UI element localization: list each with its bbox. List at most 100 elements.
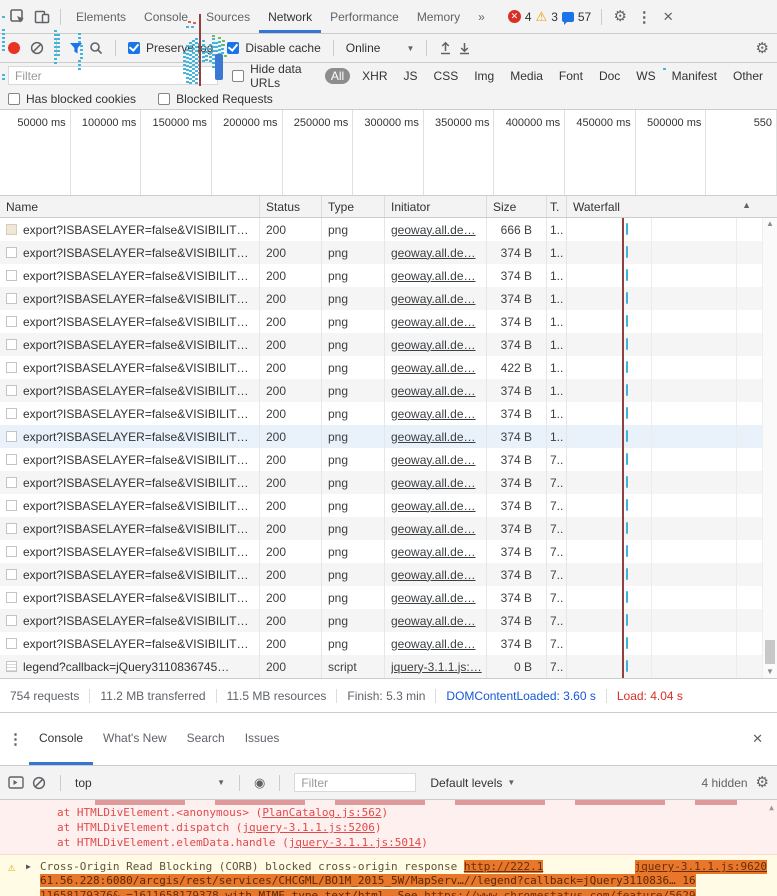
device-toolbar-icon[interactable] xyxy=(30,0,54,33)
initiator-link[interactable]: geoway.all.de… xyxy=(391,430,476,444)
export-har-icon[interactable] xyxy=(458,41,471,55)
initiator-link[interactable]: geoway.all.de… xyxy=(391,591,476,605)
panel-tab[interactable]: Memory xyxy=(408,0,469,33)
request-row[interactable]: export?ISBASELAYER=false&VISIBILIT… 200 … xyxy=(0,402,777,425)
blocked-url-link[interactable]: 11658179376&_=1611658179378 xyxy=(40,889,219,896)
source-link[interactable]: jquery-3.1.1.js:9620 xyxy=(635,860,767,874)
filter-pill[interactable]: Media xyxy=(504,68,549,84)
request-row[interactable]: export?ISBASELAYER=false&VISIBILIT… 200 … xyxy=(0,310,777,333)
filter-pill[interactable]: CSS xyxy=(428,68,465,84)
initiator-link[interactable]: geoway.all.de… xyxy=(391,246,476,260)
filter-pill[interactable]: JS xyxy=(398,68,424,84)
import-har-icon[interactable] xyxy=(439,41,452,55)
log-levels-dropdown[interactable]: Default levels▼ xyxy=(430,776,515,790)
throttling-dropdown[interactable]: Online▼ xyxy=(346,41,415,55)
console-warning-message[interactable]: ⚠ ▶ jquery-3.1.1.js:9620 Cross-Origin Re… xyxy=(0,855,777,896)
expand-triangle-icon[interactable]: ▶ xyxy=(26,860,31,874)
request-row[interactable]: export?ISBASELAYER=false&VISIBILIT… 200 … xyxy=(0,287,777,310)
has-blocked-cookies-checkbox[interactable] xyxy=(8,93,20,105)
panel-tab[interactable]: Console xyxy=(135,0,197,33)
initiator-link[interactable]: geoway.all.de… xyxy=(391,315,476,329)
request-row[interactable]: export?ISBASELAYER=false&VISIBILIT… 200 … xyxy=(0,471,777,494)
hide-data-urls-checkbox[interactable] xyxy=(232,70,244,82)
console-error-message[interactable]: ▲ at HTMLDivElement.<anonymous> (PlanCat… xyxy=(0,800,777,855)
request-row[interactable]: export?ISBASELAYER=false&VISIBILIT… 200 … xyxy=(0,586,777,609)
column-header-initiator[interactable]: Initiator xyxy=(385,196,487,217)
initiator-link[interactable]: jquery-3.1.1.js:… xyxy=(391,660,482,674)
panel-tab[interactable]: Performance xyxy=(321,0,408,33)
drawer-tab[interactable]: Search xyxy=(177,713,235,765)
blocked-requests-checkbox[interactable] xyxy=(158,93,170,105)
console-scroll-up-icon[interactable]: ▲ xyxy=(769,803,774,812)
initiator-link[interactable]: geoway.all.de… xyxy=(391,269,476,283)
request-row[interactable]: export?ISBASELAYER=false&VISIBILIT… 200 … xyxy=(0,563,777,586)
scroll-up-icon[interactable]: ▲ xyxy=(766,218,774,230)
source-link[interactable]: jquery-3.1.1.js:5206 xyxy=(242,821,374,834)
initiator-link[interactable]: geoway.all.de… xyxy=(391,522,476,536)
initiator-link[interactable]: geoway.all.de… xyxy=(391,545,476,559)
table-scrollbar[interactable]: ▲ ▼ xyxy=(762,218,777,678)
initiator-link[interactable]: geoway.all.de… xyxy=(391,223,476,237)
initiator-link[interactable]: geoway.all.de… xyxy=(391,361,476,375)
close-drawer-icon[interactable]: ✕ xyxy=(752,731,763,747)
live-expression-eye-icon[interactable]: ◉ xyxy=(254,775,265,791)
drawer-kebab-menu-icon[interactable]: ⋮ xyxy=(8,730,23,748)
filter-pill[interactable]: All xyxy=(325,68,350,84)
request-row[interactable]: export?ISBASELAYER=false&VISIBILIT… 200 … xyxy=(0,379,777,402)
console-settings-gear-icon[interactable]: ⚙ xyxy=(756,775,769,790)
close-devtools-icon[interactable]: ✕ xyxy=(656,0,680,33)
drawer-tab[interactable]: Issues xyxy=(235,713,290,765)
panel-tab[interactable]: Elements xyxy=(67,0,135,33)
request-row[interactable]: export?ISBASELAYER=false&VISIBILIT… 200 … xyxy=(0,609,777,632)
column-header-type[interactable]: Type xyxy=(322,196,385,217)
filter-funnel-icon[interactable] xyxy=(69,42,83,55)
inspect-element-icon[interactable] xyxy=(6,0,30,33)
network-filter-input[interactable] xyxy=(8,66,218,85)
initiator-link[interactable]: geoway.all.de… xyxy=(391,568,476,582)
panel-tab[interactable]: Sources xyxy=(197,0,259,33)
request-row[interactable]: export?ISBASELAYER=false&VISIBILIT… 200 … xyxy=(0,517,777,540)
request-row[interactable]: export?ISBASELAYER=false&VISIBILIT… 200 … xyxy=(0,540,777,563)
network-overview-timeline[interactable]: 50000 ms100000 ms150000 ms200000 ms25000… xyxy=(0,110,777,196)
column-header-name[interactable]: Name xyxy=(0,196,260,217)
scrollbar-thumb[interactable] xyxy=(765,640,775,664)
request-row[interactable]: export?ISBASELAYER=false&VISIBILIT… 200 … xyxy=(0,632,777,655)
initiator-link[interactable]: geoway.all.de… xyxy=(391,292,476,306)
initiator-link[interactable]: geoway.all.de… xyxy=(391,453,476,467)
filter-pill[interactable]: Manifest xyxy=(666,68,723,84)
scroll-down-icon[interactable]: ▼ xyxy=(766,666,774,678)
column-header-waterfall[interactable]: Waterfall ▲ xyxy=(567,196,777,217)
drawer-tab[interactable]: Console xyxy=(29,713,93,765)
preserve-log-checkbox[interactable] xyxy=(128,42,140,54)
source-link[interactable]: jquery-3.1.1.js:5014 xyxy=(289,836,421,849)
filter-pill[interactable]: Other xyxy=(727,68,769,84)
network-settings-gear-icon[interactable]: ⚙ xyxy=(756,41,769,56)
clear-network-log-icon[interactable] xyxy=(30,41,44,55)
record-network-log-button[interactable] xyxy=(8,42,20,54)
initiator-link[interactable]: geoway.all.de… xyxy=(391,338,476,352)
initiator-link[interactable]: geoway.all.de… xyxy=(391,407,476,421)
chromestatus-link[interactable]: https://www.chromestatus.com/feature/562… xyxy=(424,889,696,896)
issue-badges[interactable]: ✕ 4 ⚠ 3 57 xyxy=(508,10,591,24)
request-row[interactable]: export?ISBASELAYER=false&VISIBILIT… 200 … xyxy=(0,333,777,356)
filter-pill[interactable]: Img xyxy=(468,68,500,84)
request-row[interactable]: export?ISBASELAYER=false&VISIBILIT… 200 … xyxy=(0,218,777,241)
request-row[interactable]: export?ISBASELAYER=false&VISIBILIT… 200 … xyxy=(0,425,777,448)
request-row[interactable]: export?ISBASELAYER=false&VISIBILIT… 200 … xyxy=(0,448,777,471)
column-header-time[interactable]: T. xyxy=(547,196,567,217)
initiator-link[interactable]: geoway.all.de… xyxy=(391,614,476,628)
filter-pill[interactable]: Doc xyxy=(593,68,626,84)
more-tabs-button[interactable]: » xyxy=(469,0,494,33)
request-row[interactable]: legend?callback=jQuery3110836745… 200 sc… xyxy=(0,655,777,678)
filter-pill[interactable]: XHR xyxy=(356,68,393,84)
request-row[interactable]: export?ISBASELAYER=false&VISIBILIT… 200 … xyxy=(0,356,777,379)
initiator-link[interactable]: geoway.all.de… xyxy=(391,476,476,490)
disable-cache-checkbox[interactable] xyxy=(227,42,239,54)
initiator-link[interactable]: geoway.all.de… xyxy=(391,637,476,651)
request-row[interactable]: export?ISBASELAYER=false&VISIBILIT… 200 … xyxy=(0,494,777,517)
clear-console-icon[interactable] xyxy=(32,776,46,790)
column-header-size[interactable]: Size xyxy=(487,196,547,217)
initiator-link[interactable]: geoway.all.de… xyxy=(391,384,476,398)
panel-tab[interactable]: Network xyxy=(259,0,321,33)
initiator-link[interactable]: geoway.all.de… xyxy=(391,499,476,513)
